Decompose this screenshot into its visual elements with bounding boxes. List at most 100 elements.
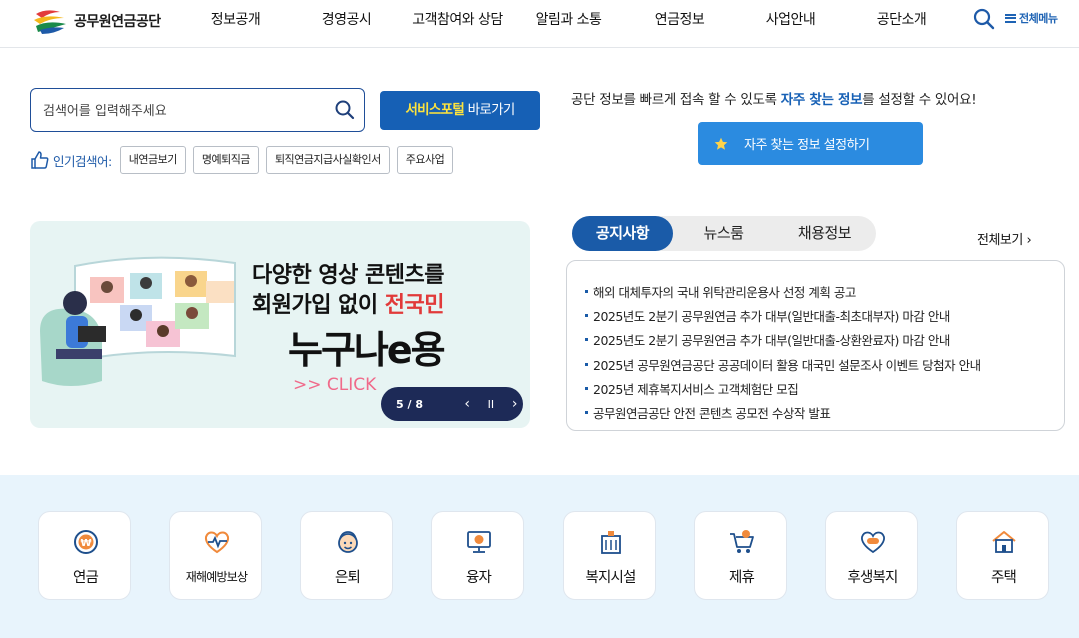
hamburger-icon (1005, 13, 1016, 23)
banner-line-1: 다양한 영상 콘텐츠를 (252, 263, 444, 288)
favorites-text-after: 를 설정할 수 있어요! (862, 92, 977, 108)
service-portal-button[interactable]: 서비스포털 바로가기 (380, 91, 540, 130)
building-icon (601, 531, 621, 554)
search-input[interactable] (43, 100, 323, 122)
quick-menu-welfare-facility[interactable]: 복지시설 (563, 511, 656, 600)
banner-prev-button[interactable]: ‹ (459, 394, 476, 414)
banner-headline: 누구나e용 (288, 328, 446, 372)
quick-menu-disaster-compensation[interactable]: 재해예방보상 (169, 511, 262, 600)
notice-title: 2025년도 2분기 공무원연금 추가 대부(일반대출-상환완료자) 마감 안내 (593, 333, 950, 349)
bullet-icon (585, 386, 588, 390)
quick-menu-retirement[interactable]: 은퇴 (300, 511, 393, 600)
favorites-settings-label: 자주 찾는 정보 설정하기 (744, 138, 870, 153)
quick-menu-housing[interactable]: 주택 (956, 511, 1049, 600)
see-all-label: 전체보기 (977, 233, 1023, 248)
favorites-description: 공단 정보를 빠르게 접속 할 수 있도록 자주 찾는 정보를 설정할 수 있어… (571, 88, 977, 108)
monitor-loan-icon (467, 531, 491, 553)
quick-menu-label: 융자 (465, 570, 492, 586)
retiree-face-icon (338, 531, 358, 553)
quick-menu-label: 재해예방보상 (185, 570, 248, 584)
house-icon (992, 531, 1016, 553)
quick-menu-label: 후생복지 (847, 570, 898, 586)
popular-tag-honorary-retirement[interactable]: 명예퇴직금 (192, 146, 259, 174)
video-call-illustration-icon (40, 256, 236, 386)
quick-menu-partnership[interactable]: 제휴 (694, 511, 787, 600)
popular-keywords: 인기검색어: 내연금보기 명예퇴직금 퇴직연금지급사실확인서 주요사업 (30, 146, 460, 174)
quick-menu-label: 복지시설 (585, 570, 636, 586)
list-item[interactable]: 2025년 제휴복지서비스 고객체험단 모집 (585, 376, 1064, 400)
popular-tag-main-business[interactable]: 주요사업 (396, 146, 454, 174)
notice-list: 해외 대체투자의 국내 위탁관리운용사 선정 계획 공고 2025년도 2분기 … (566, 260, 1065, 431)
quick-menu-label: 주택 (990, 570, 1017, 586)
notice-tabs: 공지사항 뉴스룸 채용정보 (572, 216, 876, 251)
tab-recruitment[interactable]: 채용정보 (774, 216, 875, 251)
chevron-right-icon: › (1022, 233, 1032, 248)
nav-item-pension-info[interactable]: 연금정보 (624, 0, 735, 40)
bullet-icon (585, 362, 588, 366)
header: 공무원연금공단 정보공개 경영공시 고객참여와 상담 알림과 소통 연금정보 사… (0, 0, 1079, 48)
banner-page-indicator: 5 / 8 (396, 397, 423, 411)
logo[interactable]: 공무원연금공단 (30, 6, 161, 36)
heart-hands-icon (861, 531, 885, 554)
list-item[interactable]: 2025년도 2분기 공무원연금 추가 대부(일반대출-상환완료자) 마감 안내 (585, 328, 1064, 352)
logo-text: 공무원연금공단 (74, 14, 161, 30)
list-item[interactable]: 2025년도 2분기 공무원연금 추가 대부(일반대출-최초대부자) 마감 안내 (585, 303, 1064, 327)
bullet-icon (585, 338, 588, 342)
banner-line-2: 회원가입 없이 전국민 (252, 287, 445, 319)
search-submit-icon[interactable] (334, 99, 356, 121)
list-item[interactable]: 2025년 공무원연금공단 공공데이터 활용 대국민 설문조사 이벤트 당첨자 … (585, 352, 1064, 376)
nav-item-management-disclosure[interactable]: 경영공시 (291, 0, 402, 40)
popular-tag-my-pension[interactable]: 내연금보기 (119, 146, 186, 174)
heart-pulse-icon (204, 531, 230, 554)
main-navigation: 정보공개 경영공시 고객참여와 상담 알림과 소통 연금정보 사업안내 공단소개 (180, 0, 957, 48)
bullet-icon (585, 313, 588, 317)
banner-controls: 5 / 8 ‹ II › (381, 387, 523, 421)
cart-icon (730, 530, 754, 553)
list-item[interactable]: 해외 대체투자의 국내 위탁관리운용사 선정 계획 공고 (585, 279, 1064, 303)
won-coin-icon: ₩ (74, 530, 98, 554)
banner-line-2-before: 회원가입 없이 (252, 293, 385, 318)
notice-title: 2025년 제휴복지서비스 고객체험단 모집 (593, 381, 799, 397)
banner-click-text: >> CLICK (293, 375, 377, 395)
tab-notice[interactable]: 공지사항 (572, 216, 673, 251)
promo-banner[interactable]: 다양한 영상 콘텐츠를 회원가입 없이 전국민 누구나e용 >> CLICK 5… (30, 221, 530, 428)
popular-keywords-text: 인기검색어: (53, 153, 112, 169)
banner-line-2-highlight: 전국민 (384, 293, 445, 318)
favorites-text-highlight: 자주 찾는 정보 (780, 92, 863, 108)
list-item[interactable]: 공무원연금공단 안전 콘텐츠 공모전 수상작 발표 (585, 400, 1064, 424)
notice-title: 공무원연금공단 안전 콘텐츠 공모전 수상작 발표 (593, 406, 831, 422)
nav-item-notice-communication[interactable]: 알림과 소통 (513, 0, 624, 40)
tab-newsroom[interactable]: 뉴스룸 (673, 216, 774, 251)
svg-text:₩: ₩ (80, 538, 91, 549)
notice-title: 2025년 공무원연금공단 공공데이터 활용 대국민 설문조사 이벤트 당첨자 … (593, 357, 981, 373)
banner-pause-button[interactable]: II (483, 394, 500, 414)
quick-menu-pension[interactable]: ₩ 연금 (38, 511, 131, 600)
notice-title: 2025년도 2분기 공무원연금 추가 대부(일반대출-최초대부자) 마감 안내 (593, 308, 950, 324)
popular-keywords-label: 인기검색어: (30, 150, 112, 170)
quick-menu: ₩ 연금 재해예방보상 은퇴 융자 복지시설 제휴 후생복지 주택 (0, 475, 1079, 638)
nav-item-info-disclosure[interactable]: 정보공개 (180, 0, 291, 40)
popular-tag-payment-certificate[interactable]: 퇴직연금지급사실확인서 (265, 146, 390, 174)
quick-menu-label: 연금 (72, 570, 99, 586)
service-portal-highlight: 서비스포털 (405, 102, 465, 118)
nav-item-business[interactable]: 사업안내 (735, 0, 846, 40)
quick-menu-label: 은퇴 (334, 570, 361, 586)
favorites-text-before: 공단 정보를 빠르게 접속 할 수 있도록 (571, 92, 781, 108)
nav-item-about[interactable]: 공단소개 (846, 0, 957, 40)
quick-menu-label: 제휴 (728, 570, 755, 586)
favorites-settings-button[interactable]: 자주 찾는 정보 설정하기 (698, 122, 923, 165)
quick-menu-employee-welfare[interactable]: 후생복지 (825, 511, 918, 600)
quick-menu-loan[interactable]: 융자 (431, 511, 524, 600)
banner-next-button[interactable]: › (506, 394, 523, 414)
see-all-link[interactable]: 전체보기 › (977, 229, 1032, 248)
star-icon (714, 137, 728, 150)
notice-title: 해외 대체투자의 국내 위탁관리운용사 선정 계획 공고 (593, 284, 856, 300)
nav-item-customer-participation[interactable]: 고객참여와 상담 (402, 0, 513, 40)
logo-emblem-icon (34, 10, 66, 34)
bullet-icon (585, 411, 588, 415)
search-icon[interactable] (973, 8, 995, 30)
all-menu-button[interactable]: 전체메뉴 (1005, 10, 1058, 26)
search-box (30, 88, 365, 132)
bullet-icon (585, 289, 588, 293)
thumbs-up-icon (31, 151, 49, 169)
